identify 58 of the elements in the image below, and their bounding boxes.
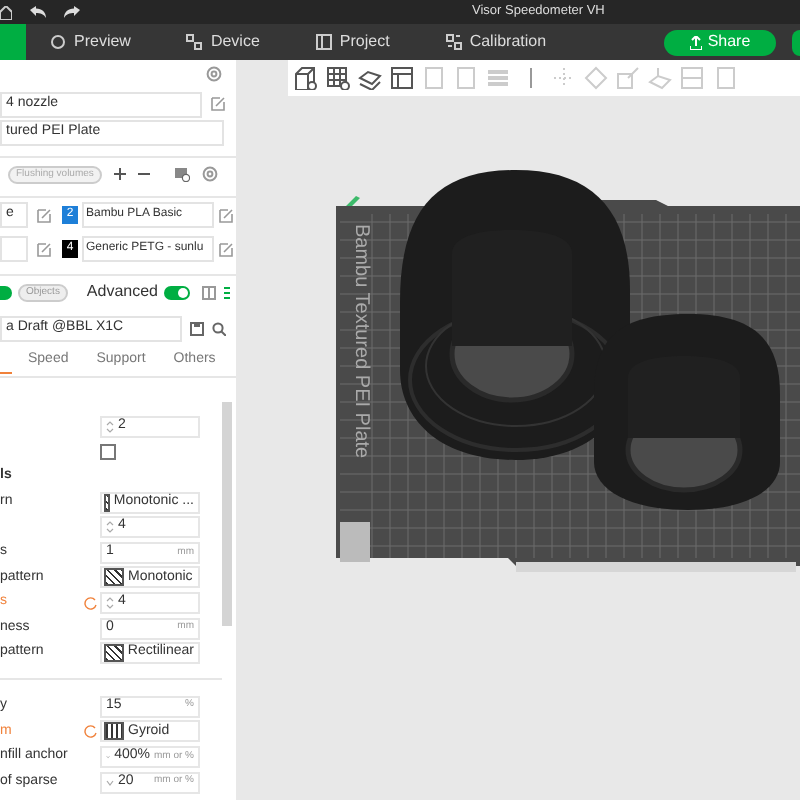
pattern-swatch-icon (104, 568, 124, 587)
dots-icon[interactable] (222, 285, 232, 299)
sync-icon[interactable] (173, 166, 190, 182)
settings-icon[interactable] (201, 166, 218, 182)
spin-arrows-icon[interactable] (106, 595, 114, 610)
edit-icon[interactable] (36, 241, 52, 257)
undo-icon[interactable] (30, 6, 46, 18)
toggle-switch[interactable] (0, 285, 12, 299)
edit-icon[interactable] (210, 96, 226, 112)
layers-icon[interactable] (358, 66, 382, 90)
upload-icon (689, 35, 702, 49)
home-icon[interactable] (0, 6, 12, 20)
split-icon[interactable] (680, 66, 704, 90)
tab[interactable]: Preview (26, 24, 159, 60)
coordinate-origin-icon (340, 522, 370, 562)
profile-button[interactable] (792, 29, 800, 55)
grid-icon[interactable] (326, 66, 350, 90)
reset-icon[interactable] (83, 724, 97, 739)
layout-icon[interactable] (390, 66, 414, 90)
reset-icon[interactable] (83, 595, 97, 610)
save-icon[interactable] (190, 322, 204, 336)
spin-arrows-icon[interactable] (106, 419, 114, 434)
edit-icon[interactable] (36, 207, 52, 223)
toggle-switch[interactable] (164, 285, 190, 299)
panel-icon (315, 34, 332, 50)
settings-icon[interactable] (206, 66, 222, 82)
pattern-swatch-icon (104, 644, 124, 663)
pattern-swatch-icon (104, 722, 124, 741)
search-icon[interactable] (212, 322, 226, 336)
lay-flat-icon[interactable] (648, 66, 672, 90)
tab[interactable]: Device (158, 24, 288, 60)
squares-icon (186, 34, 203, 50)
add-cube-icon[interactable] (294, 66, 318, 90)
squares-icon (445, 34, 462, 50)
checkbox[interactable] (100, 443, 116, 460)
pattern-swatch-icon (104, 493, 110, 512)
advanced-label: Advanced (86, 280, 158, 304)
scrollbar[interactable] (222, 402, 232, 626)
page-icon[interactable] (454, 66, 478, 90)
edit-icon[interactable] (218, 241, 234, 257)
rotate-icon[interactable] (584, 66, 608, 90)
stack-icon[interactable] (486, 66, 510, 90)
model-drawing[interactable] (400, 170, 630, 460)
plus-icon[interactable] (113, 168, 126, 180)
minus-icon[interactable] (137, 168, 150, 180)
plate-label: Bambu Textured PEI Plate (350, 224, 372, 459)
columns-icon[interactable] (202, 285, 216, 299)
filament-field[interactable] (0, 236, 28, 262)
copy-icon[interactable] (712, 66, 736, 90)
scale-icon[interactable] (616, 66, 640, 90)
edit-icon[interactable] (218, 207, 234, 223)
caret-icon[interactable] (106, 779, 114, 786)
tab[interactable]: Calibration (417, 24, 575, 60)
redo-icon[interactable] (64, 6, 80, 18)
tab[interactable]: Project (287, 24, 418, 60)
page-icon[interactable] (422, 66, 446, 90)
spin-arrows-icon[interactable] (106, 520, 114, 535)
move-icon[interactable] (552, 66, 576, 90)
